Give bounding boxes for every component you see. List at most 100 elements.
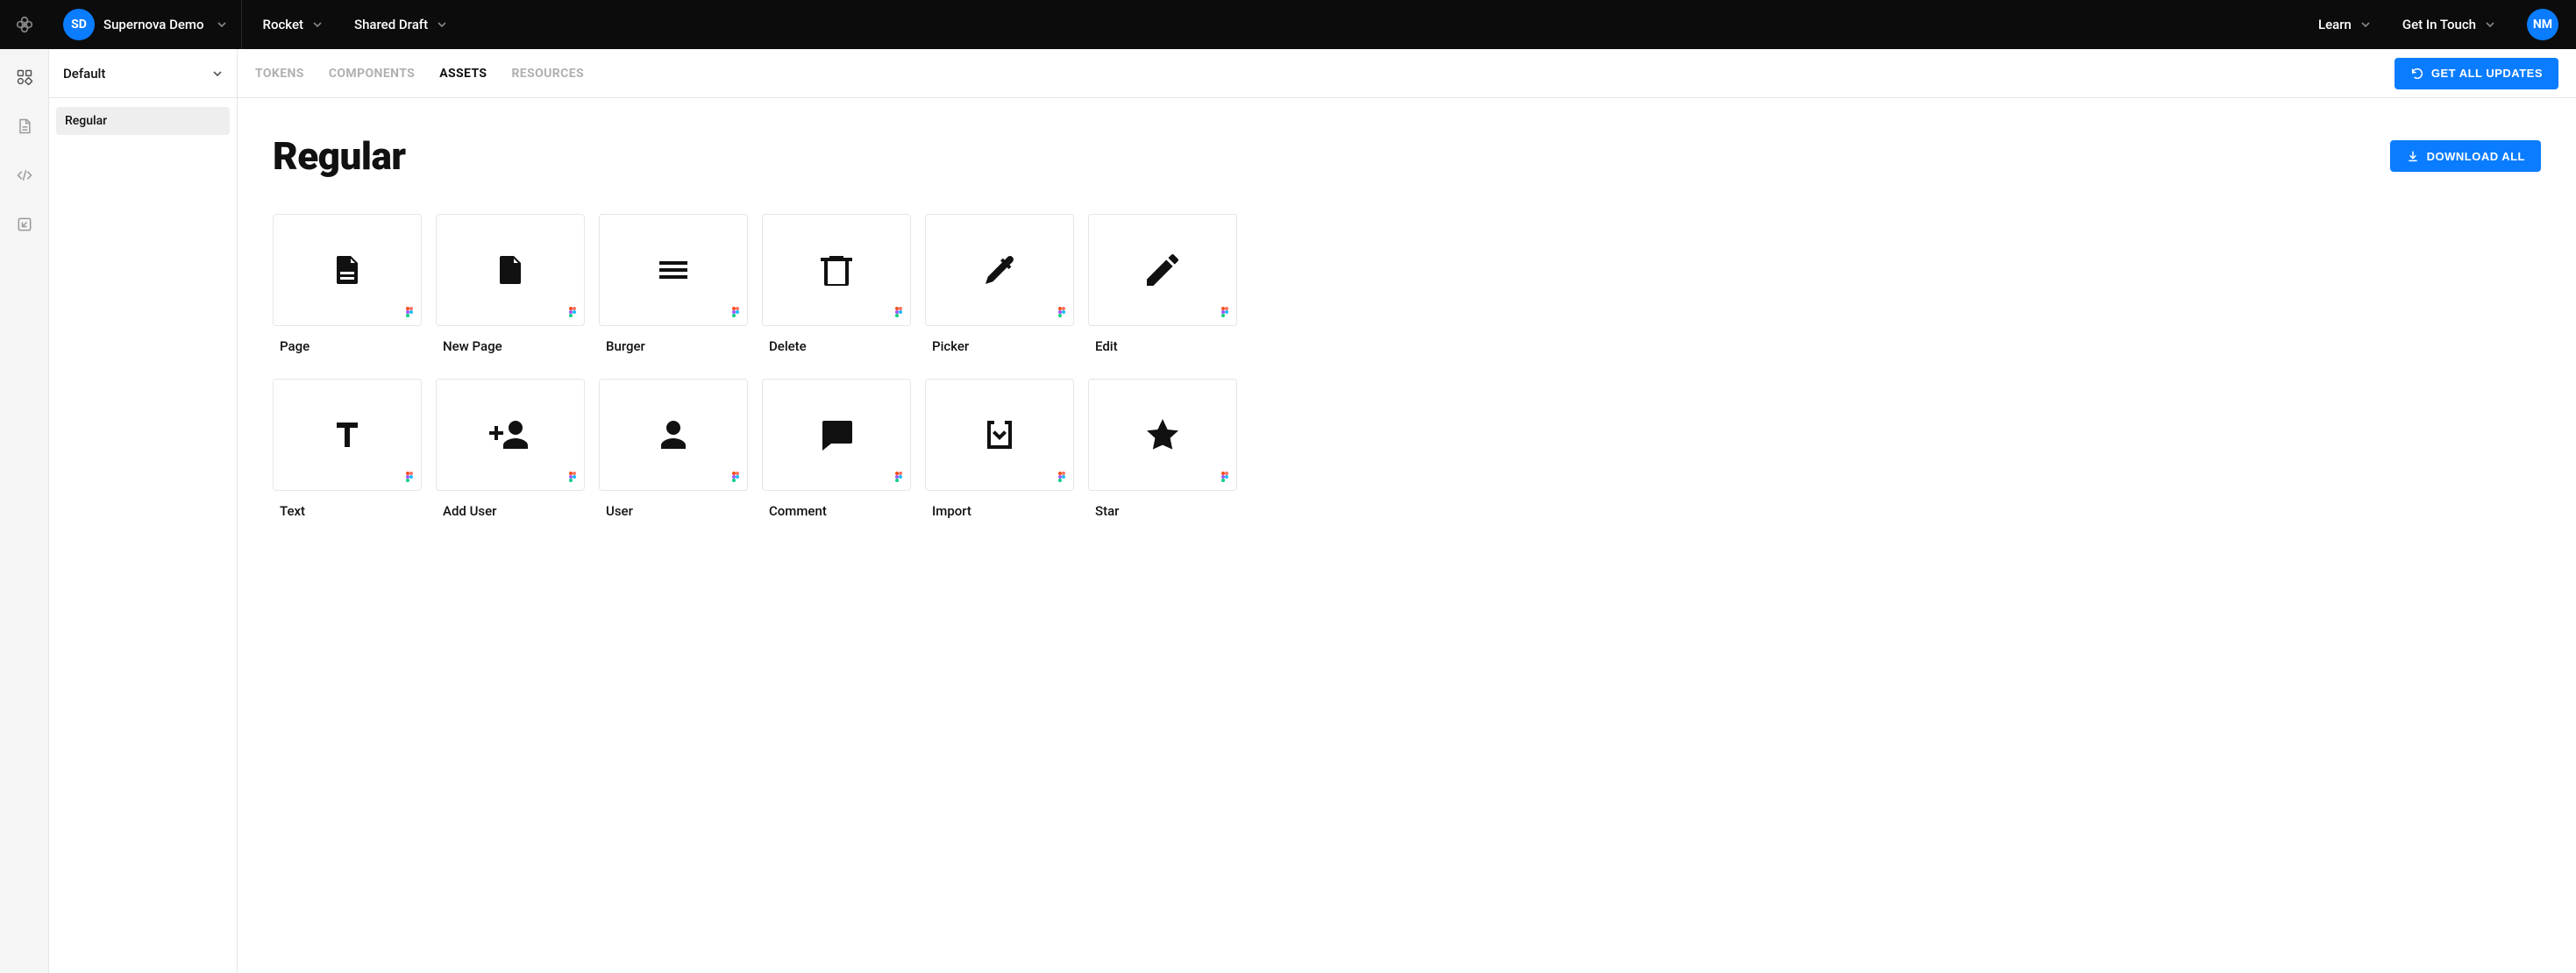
figma-source-icon xyxy=(731,471,740,483)
asset-card-label: Picker xyxy=(925,338,1074,354)
menu-shared-draft-label: Shared Draft xyxy=(354,17,428,32)
asset-card-label: Delete xyxy=(762,338,911,354)
main: TOKENS COMPONENTS ASSETS RESOURCES GET A… xyxy=(238,49,2576,973)
figma-source-icon xyxy=(894,471,903,483)
chevron-down-icon xyxy=(2485,19,2495,30)
sidebar-item-regular[interactable]: Regular xyxy=(56,107,230,135)
asset-card: New Page xyxy=(436,214,585,354)
chevron-down-icon xyxy=(217,19,227,30)
asset-card-label: New Page xyxy=(436,338,585,354)
tab-tokens[interactable]: TOKENS xyxy=(255,67,304,81)
figma-source-icon xyxy=(568,306,577,318)
asset-card: Burger xyxy=(599,214,748,354)
sidebar: Default Regular xyxy=(49,49,238,973)
menu-rocket[interactable]: Rocket xyxy=(263,17,324,32)
asset-card-label: Edit xyxy=(1088,338,1237,354)
chevron-down-icon xyxy=(437,19,447,30)
asset-card-label: Burger xyxy=(599,338,748,354)
menu-learn-label: Learn xyxy=(2318,17,2352,32)
delete-icon xyxy=(815,249,857,291)
asset-card-label: Import xyxy=(925,503,1074,519)
menu-rocket-label: Rocket xyxy=(263,17,304,32)
asset-card: Add User xyxy=(436,379,585,519)
asset-card-preview[interactable] xyxy=(1088,214,1237,326)
figma-source-icon xyxy=(1220,306,1229,318)
asset-card-label: Add User xyxy=(436,503,585,519)
asset-card-label: Page xyxy=(273,338,422,354)
rail-export-icon[interactable] xyxy=(16,216,33,233)
tab-resources[interactable]: RESOURCES xyxy=(511,67,584,81)
figma-source-icon xyxy=(1057,306,1066,318)
user-avatar[interactable]: NM xyxy=(2527,9,2558,40)
user-icon xyxy=(652,414,694,456)
asset-card-preview[interactable] xyxy=(925,379,1074,491)
comment-icon xyxy=(815,414,857,456)
figma-source-icon xyxy=(1057,471,1066,483)
figma-source-icon xyxy=(1220,471,1229,483)
asset-grid: Page New Page Burger Delete Picker Edit Text Ad… xyxy=(273,214,2541,519)
asset-card: Page xyxy=(273,214,422,354)
asset-card: Import xyxy=(925,379,1074,519)
rail-design-system-icon[interactable] xyxy=(16,68,33,86)
asset-card-preview[interactable] xyxy=(762,214,911,326)
asset-card-preview[interactable] xyxy=(1088,379,1237,491)
asset-card: Delete xyxy=(762,214,911,354)
tab-assets[interactable]: ASSETS xyxy=(439,67,487,81)
asset-card-preview[interactable] xyxy=(436,379,585,491)
asset-card-label: Comment xyxy=(762,503,911,519)
asset-card-preview[interactable] xyxy=(273,379,422,491)
get-all-updates-label: GET ALL UPDATES xyxy=(2431,67,2543,80)
page-icon xyxy=(326,249,368,291)
chevron-down-icon xyxy=(312,19,323,30)
content: Regular DOWNLOAD ALL Page New Page Burger D… xyxy=(238,98,2576,572)
get-all-updates-button[interactable]: GET ALL UPDATES xyxy=(2395,58,2558,89)
figma-source-icon xyxy=(405,306,414,318)
menu-get-in-touch[interactable]: Get In Touch xyxy=(2402,17,2495,32)
asset-card-label: User xyxy=(599,503,748,519)
asset-card: Comment xyxy=(762,379,911,519)
figma-source-icon xyxy=(405,471,414,483)
star-icon xyxy=(1142,414,1184,456)
asset-card: Picker xyxy=(925,214,1074,354)
figma-source-icon xyxy=(894,306,903,318)
workspace-name: Supernova Demo xyxy=(103,17,204,32)
new-page-icon xyxy=(489,249,531,291)
asset-card: User xyxy=(599,379,748,519)
refresh-icon xyxy=(2410,67,2424,81)
asset-card-preview[interactable] xyxy=(925,214,1074,326)
asset-card-preview[interactable] xyxy=(599,379,748,491)
page-title: Regular xyxy=(273,133,406,179)
asset-card-label: Star xyxy=(1088,503,1237,519)
asset-card-preview[interactable] xyxy=(436,214,585,326)
download-icon xyxy=(2406,149,2420,163)
workspace-switcher[interactable]: SD Supernova Demo xyxy=(49,0,242,49)
text-icon xyxy=(326,414,368,456)
topbar: SD Supernova Demo Rocket Shared Draft Le… xyxy=(0,0,2576,49)
app-logo[interactable] xyxy=(0,0,49,49)
download-all-label: DOWNLOAD ALL xyxy=(2427,150,2525,163)
asset-card: Text xyxy=(273,379,422,519)
figma-source-icon xyxy=(568,471,577,483)
chevron-down-icon xyxy=(212,68,223,79)
tab-components[interactable]: COMPONENTS xyxy=(329,67,415,81)
topbar-menu: Rocket Shared Draft xyxy=(242,17,448,32)
asset-card-preview[interactable] xyxy=(599,214,748,326)
menu-get-in-touch-label: Get In Touch xyxy=(2402,17,2476,32)
asset-card: Edit xyxy=(1088,214,1237,354)
asset-card-label: Text xyxy=(273,503,422,519)
menu-learn[interactable]: Learn xyxy=(2318,17,2371,32)
download-all-button[interactable]: DOWNLOAD ALL xyxy=(2390,140,2541,172)
brand-select[interactable]: Default xyxy=(49,49,237,98)
burger-icon xyxy=(652,249,694,291)
add-user-icon xyxy=(489,414,531,456)
asset-card-preview[interactable] xyxy=(273,214,422,326)
nav-rail xyxy=(0,49,49,973)
rail-code-icon[interactable] xyxy=(16,167,33,184)
asset-card-preview[interactable] xyxy=(762,379,911,491)
rail-docs-icon[interactable] xyxy=(16,117,33,135)
menu-shared-draft[interactable]: Shared Draft xyxy=(354,17,447,32)
brand-select-label: Default xyxy=(63,66,105,82)
topbar-right: Learn Get In Touch NM xyxy=(2318,9,2576,40)
workspace-avatar: SD xyxy=(63,9,95,40)
asset-card: Star xyxy=(1088,379,1237,519)
